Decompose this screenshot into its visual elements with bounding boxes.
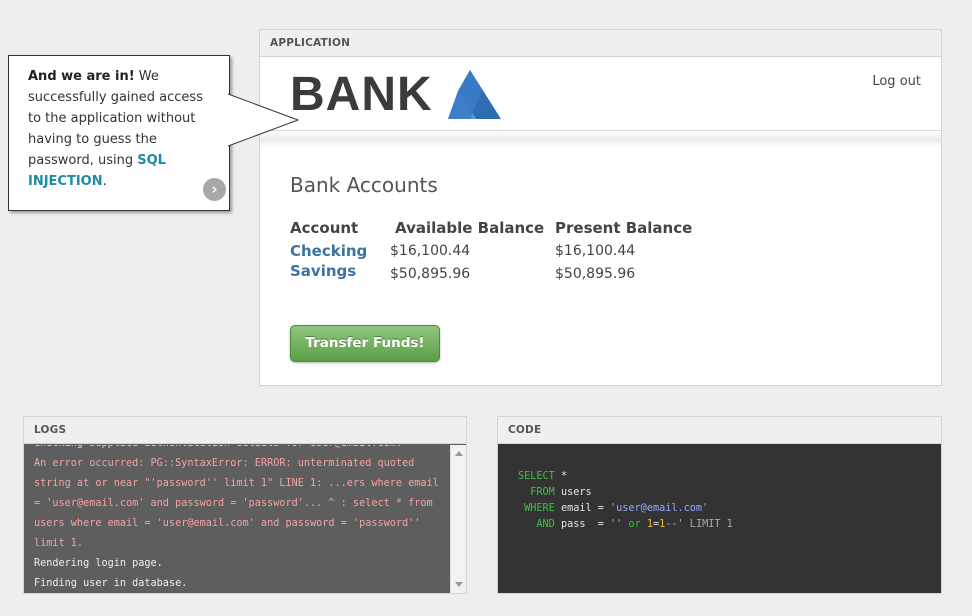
bank-logo: BANK xyxy=(290,67,505,123)
sql-text: pass = xyxy=(554,519,611,530)
accounts-table: Account Available Balance Present Balanc… xyxy=(290,219,941,287)
checking-present: $16,100.44 xyxy=(555,243,636,259)
sql-string: '' xyxy=(610,519,623,530)
sql-keyword: FROM xyxy=(530,487,555,498)
log-line: Finding user in database. xyxy=(34,578,188,589)
code-panel-title: CODE xyxy=(498,417,941,444)
logout-link[interactable]: Log out xyxy=(872,74,921,89)
chevron-right-icon[interactable]: › xyxy=(203,178,226,201)
logs-panel: LOGS Checking supplied authentication de… xyxy=(23,416,467,594)
sql-keyword: AND xyxy=(536,519,555,530)
app-body: Bank Accounts Account Available Balance … xyxy=(260,147,941,287)
sql-string: 'user@email.com' xyxy=(610,503,709,514)
callout-text: And we are in! We successfully gained ac… xyxy=(28,66,219,192)
sql-text: LIMIT 1 xyxy=(683,519,733,530)
sql-string: --' xyxy=(665,519,684,530)
sql-text: users xyxy=(554,487,592,498)
logo-text: BANK xyxy=(290,68,433,119)
logs-panel-title: LOGS xyxy=(24,417,466,444)
callout-pointer xyxy=(228,93,300,147)
column-header-available: Available Balance xyxy=(395,219,545,237)
callout-tooltip: And we are in! We successfully gained ac… xyxy=(8,55,230,211)
transfer-funds-button[interactable]: Transfer Funds! xyxy=(290,325,440,362)
logs-output: Checking supplied authentication details… xyxy=(24,445,450,593)
column-header-account: Account xyxy=(290,219,359,237)
application-panel-title: APPLICATION xyxy=(260,30,941,57)
log-line: Rendering login page. xyxy=(34,558,163,569)
scroll-up-icon[interactable] xyxy=(455,451,463,456)
page-title: Bank Accounts xyxy=(290,173,438,197)
checking-available: $16,100.44 xyxy=(390,243,471,259)
sql-text: email = xyxy=(554,503,611,514)
log-line: Checking supplied authentication details… xyxy=(34,445,444,454)
bank-logo-icon: BANK xyxy=(290,68,501,121)
sql-keyword: or xyxy=(622,519,647,530)
savings-available: $50,895.96 xyxy=(390,266,471,282)
sql-keyword: SELECT xyxy=(518,471,555,482)
callout-lead: And we are in! xyxy=(28,69,135,84)
sql-keyword: WHERE xyxy=(524,503,555,514)
account-link-checking[interactable]: Checking xyxy=(290,242,367,260)
application-panel: APPLICATION BANK Log out Bank Accounts A… xyxy=(259,29,942,386)
callout-end: . xyxy=(102,174,107,189)
header-shadow xyxy=(260,131,941,147)
app-header: BANK Log out xyxy=(260,57,941,131)
sql-code: SELECT * FROM users WHERE email = 'user@… xyxy=(498,445,941,593)
scroll-down-icon[interactable] xyxy=(455,582,463,587)
log-error: An error occurred: PG::SyntaxError: ERRO… xyxy=(34,458,439,549)
code-panel: CODE SELECT * FROM users WHERE email = '… xyxy=(497,416,942,594)
column-header-present: Present Balance xyxy=(555,219,693,237)
savings-present: $50,895.96 xyxy=(555,266,636,282)
sql-text: * xyxy=(554,471,568,482)
logs-scrollbar[interactable] xyxy=(450,445,466,593)
account-link-savings[interactable]: Savings xyxy=(290,262,356,280)
